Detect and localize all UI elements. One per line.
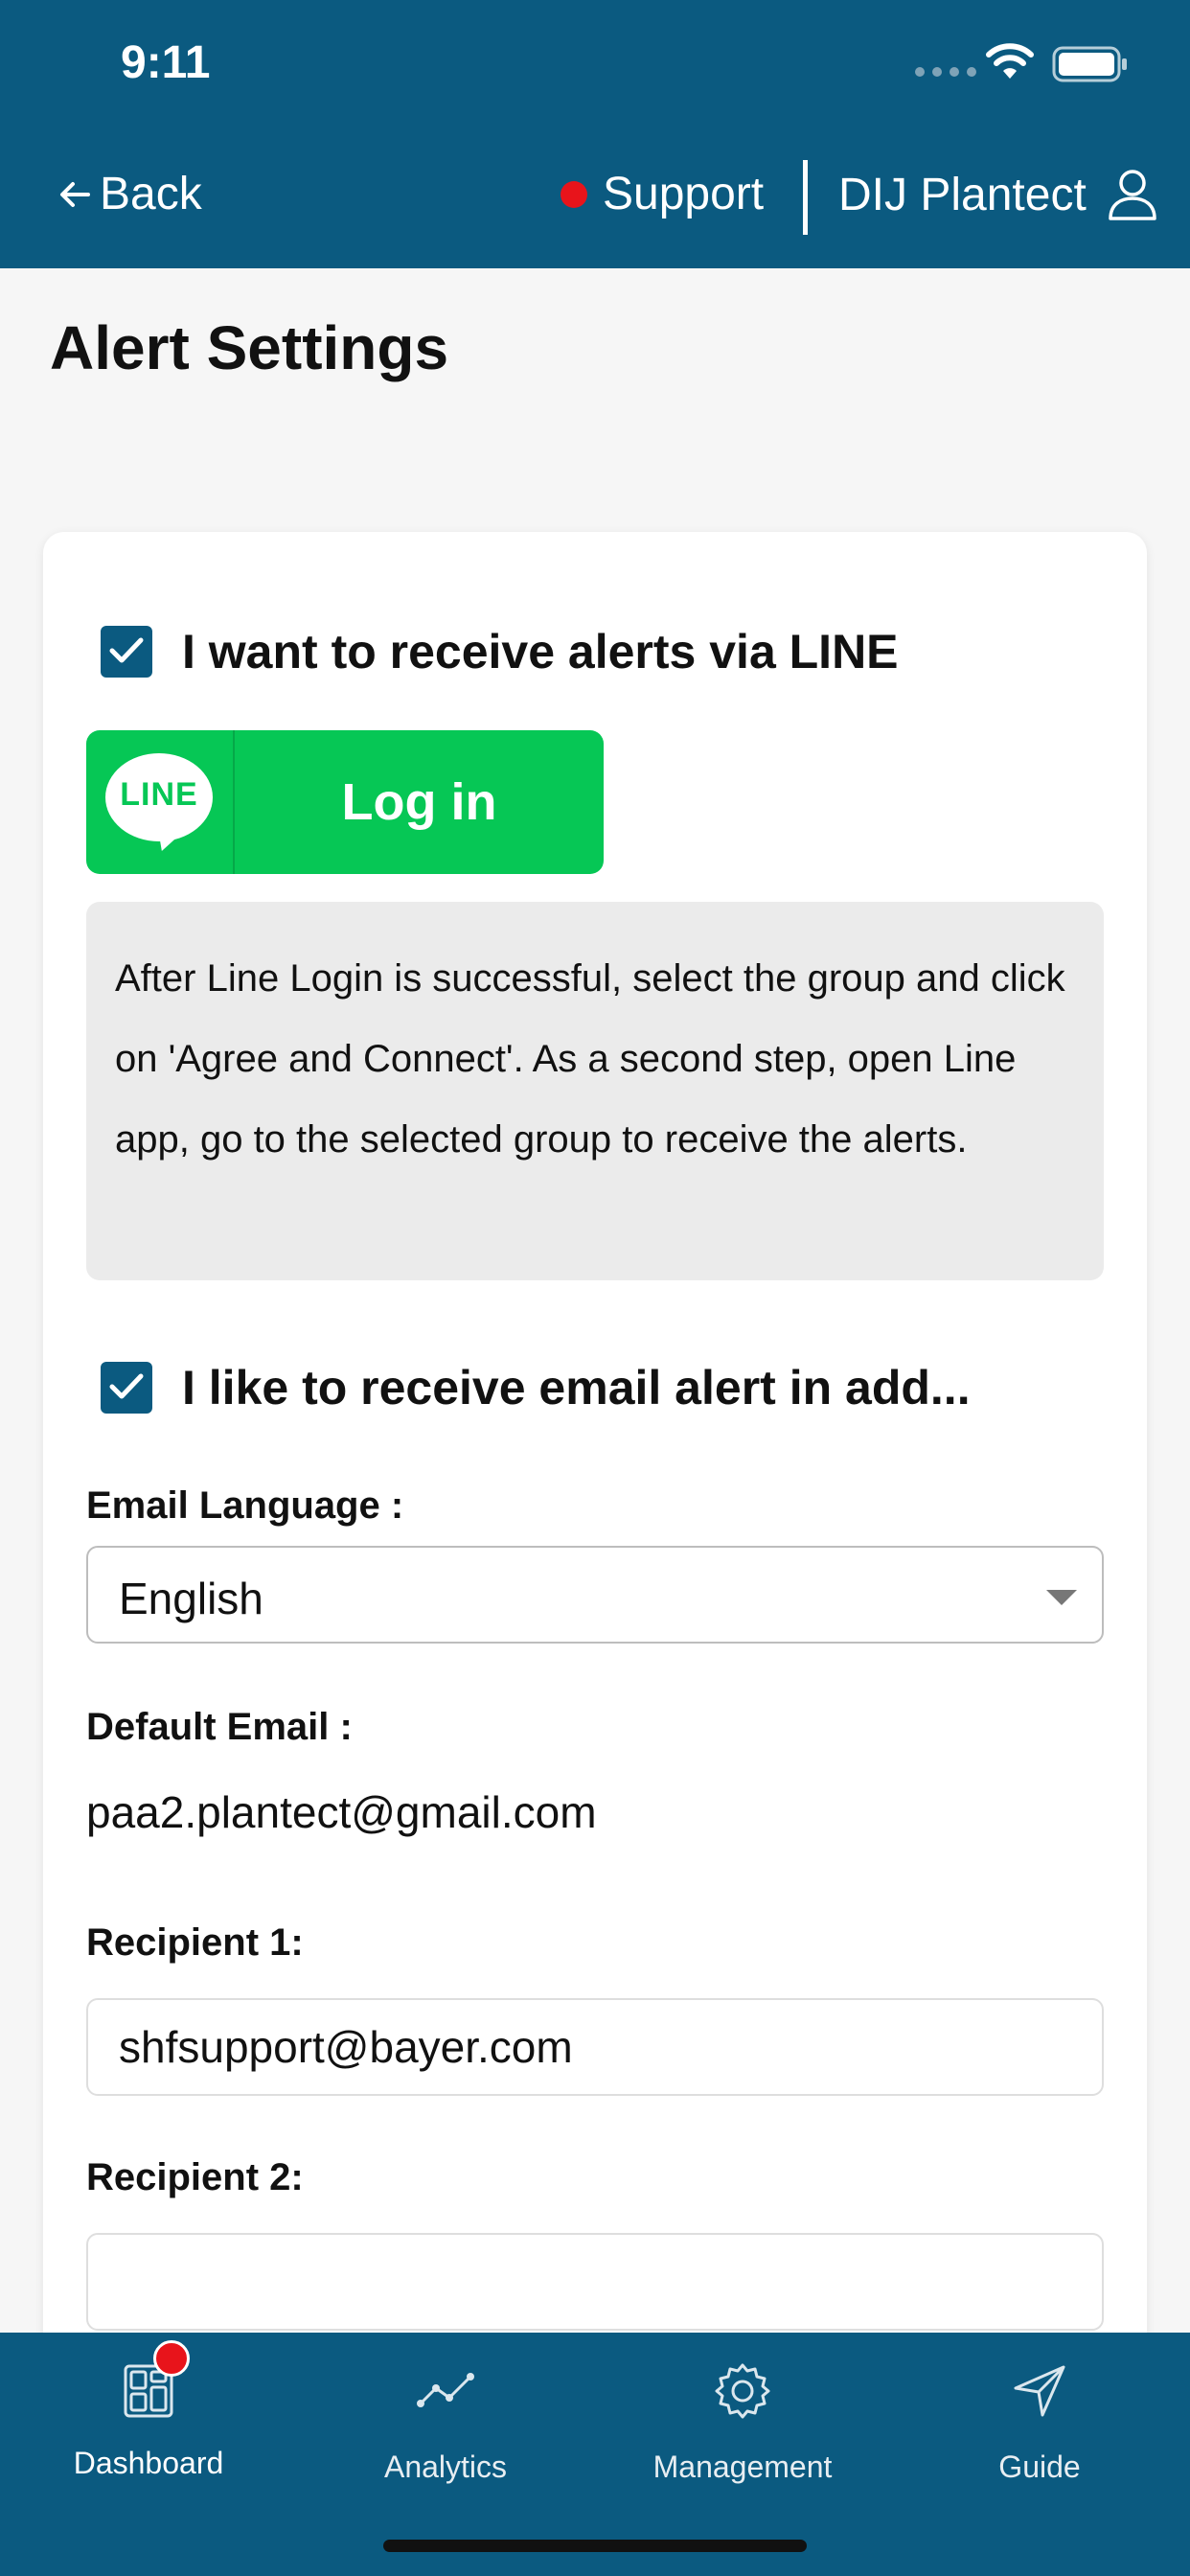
account-button[interactable]: DIJ Plantect: [838, 168, 1157, 221]
support-label: Support: [603, 169, 765, 219]
status-bar: 9:11: [0, 0, 1190, 129]
tab-label: Management: [652, 2450, 833, 2484]
line-alert-label: I want to receive alerts via LINE: [182, 625, 899, 678]
default-email-label: Default Email :: [86, 1706, 353, 1748]
wifi-icon: [986, 43, 1034, 79]
line-info-text: After Line Login is successful, select t…: [115, 957, 1065, 1161]
tab-guide[interactable]: Guide: [891, 2333, 1188, 2515]
analytics-icon: [417, 2373, 474, 2407]
line-login-button[interactable]: LINE Log in: [86, 730, 604, 874]
recipient-2-label: Recipient 2:: [86, 2156, 304, 2198]
back-button[interactable]: Back: [56, 168, 202, 220]
back-label: Back: [100, 169, 202, 219]
support-notification-dot: [561, 180, 587, 208]
checkmark-icon: [109, 1373, 144, 1399]
gear-icon: [715, 2363, 770, 2419]
support-button[interactable]: Support: [561, 168, 764, 220]
email-alert-checkbox[interactable]: [101, 1362, 152, 1414]
tab-label: Guide: [998, 2450, 1081, 2484]
user-icon: [1109, 170, 1156, 220]
dashboard-notification-badge: [153, 2340, 190, 2377]
arrow-left-icon: [60, 181, 90, 207]
tab-analytics[interactable]: Analytics: [297, 2333, 594, 2515]
recipient-2-input[interactable]: [86, 2233, 1104, 2331]
navigation-bar: Back Support DIJ Plantect: [0, 129, 1190, 268]
tab-management[interactable]: Management: [594, 2333, 891, 2515]
tab-label: Analytics: [383, 2450, 508, 2484]
line-login-label: Log in: [341, 773, 497, 831]
email-alert-label: I like to receive email alert in add...: [182, 1361, 971, 1414]
status-time: 9:11: [121, 37, 211, 88]
recipient-1-label: Recipient 1:: [86, 1921, 304, 1964]
tab-bar: Dashboard Analytics Management Guide: [0, 2333, 1190, 2576]
page-title: Alert Settings: [50, 313, 449, 382]
tab-dashboard[interactable]: Dashboard: [0, 2333, 297, 2515]
nav-divider: [803, 160, 808, 235]
email-language-value: English: [119, 1574, 263, 1623]
battery-icon: [1052, 46, 1127, 82]
line-logo-text: LINE: [120, 776, 198, 813]
recipient-1-input[interactable]: [86, 1998, 1104, 2096]
checkmark-icon: [109, 637, 144, 663]
tab-label: Dashboard: [73, 2446, 224, 2480]
caret-down-icon: [1046, 1590, 1077, 1605]
line-info-box: After Line Login is successful, select t…: [86, 902, 1104, 1280]
account-name: DIJ Plantect: [838, 169, 1087, 220]
line-logo-icon: LINE: [86, 730, 235, 874]
home-indicator: [383, 2540, 807, 2552]
cellular-signal-icon: [915, 67, 976, 77]
email-language-label: Email Language :: [86, 1484, 404, 1527]
default-email-value: paa2.plantect@gmail.com: [86, 1787, 597, 1837]
line-alert-checkbox[interactable]: [101, 626, 152, 678]
navigation-arrow-icon: [1014, 2365, 1065, 2417]
email-language-select[interactable]: English: [86, 1546, 1104, 1644]
